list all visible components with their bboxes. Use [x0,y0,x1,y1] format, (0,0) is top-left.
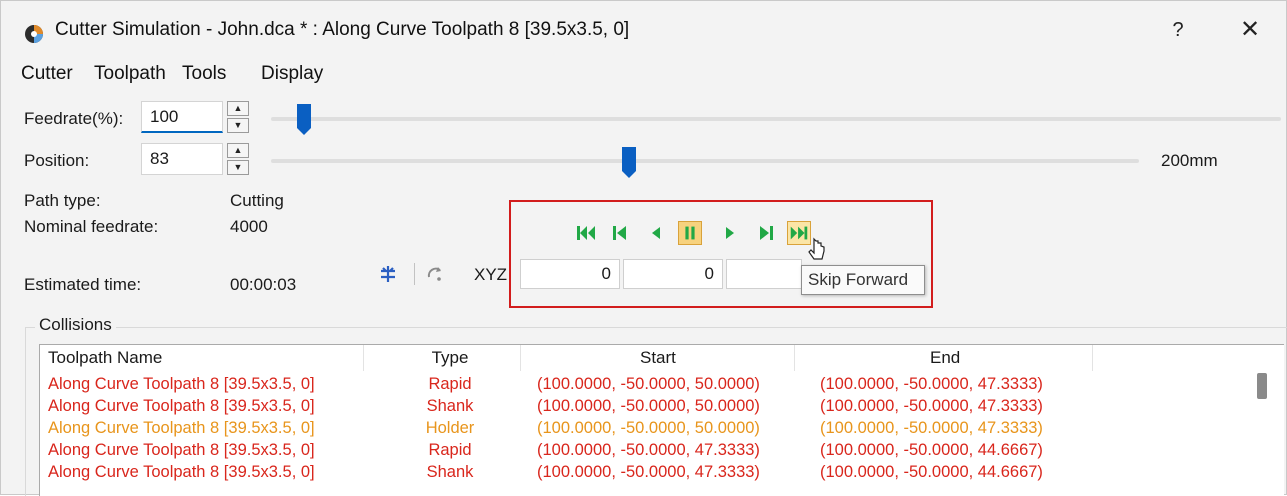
feedrate-input[interactable]: 100 [141,101,223,133]
menu-display[interactable]: Display [261,63,323,85]
estimated-time-value: 00:00:03 [230,275,297,294]
snap-axes-icon[interactable] [377,263,399,285]
cell-end: (100.0000, -50.0000, 44.6667) [820,441,1043,459]
feedrate-down-icon[interactable]: ▼ [227,118,249,133]
cell-toolpath-name: Along Curve Toolpath 8 [39.5x3.5, 0] [48,463,315,481]
help-button[interactable]: ? [1163,15,1193,45]
feedrate-label: Feedrate(%): [24,109,124,128]
menu-toolpath[interactable]: Toolpath [94,63,166,85]
mouse-cursor-icon [808,237,825,260]
cell-toolpath-name: Along Curve Toolpath 8 [39.5x3.5, 0] [48,441,315,459]
collisions-title: Collisions [35,315,116,335]
cell-start: (100.0000, -50.0000, 47.3333) [537,463,760,481]
column-header-type[interactable]: Type [420,345,480,371]
header-separator [794,345,795,371]
cell-type: Shank [426,463,474,481]
position-label: Position: [24,151,90,170]
nominal-feedrate-label: Nominal feedrate: [24,217,159,236]
step-back-icon[interactable] [608,221,632,245]
table-row[interactable]: Along Curve Toolpath 8 [39.5x3.5, 0] Shan… [40,395,1284,417]
play-icon[interactable] [718,221,742,245]
position-input[interactable]: 83 [141,143,223,175]
x-coordinate-field[interactable]: 0 [520,259,620,289]
cell-type: Shank [426,397,474,415]
cutter-simulation-window: Cutter Simulation - John.dca * : Along C… [0,0,1287,496]
skip-forward-tooltip: Skip Forward [801,265,925,295]
scrollbar-thumb[interactable] [1257,373,1267,399]
rotate-view-icon[interactable] [424,263,446,285]
skip-to-start-icon[interactable] [574,221,598,245]
pause-icon[interactable] [678,221,702,245]
cell-start: (100.0000, -50.0000, 50.0000) [537,375,760,393]
cell-end: (100.0000, -50.0000, 47.3333) [820,419,1043,437]
path-type-value: Cutting [230,191,284,210]
menu-bar: Cutter Toolpath Tools Display [1,57,1286,91]
table-row[interactable]: Along Curve Toolpath 8 [39.5x3.5, 0] Rapi… [40,439,1284,461]
position-stepper[interactable]: ▲ ▼ [227,143,249,175]
cell-end: (100.0000, -50.0000, 47.3333) [820,397,1043,415]
cell-end: (100.0000, -50.0000, 44.6667) [820,463,1043,481]
title-bar: Cutter Simulation - John.dca * : Along C… [1,1,1286,55]
close-button[interactable]: ✕ [1233,15,1267,45]
collisions-table: Toolpath Name Type Start End Along Curve… [39,344,1284,496]
menu-tools[interactable]: Tools [182,63,226,85]
cell-toolpath-name: Along Curve Toolpath 8 [39.5x3.5, 0] [48,375,315,393]
step-forward-icon[interactable] [754,221,778,245]
column-header-end[interactable]: End [930,345,960,371]
header-separator [1092,345,1093,371]
table-row[interactable]: Along Curve Toolpath 8 [39.5x3.5, 0] Hold… [40,417,1284,439]
z-coordinate-field[interactable] [726,259,802,289]
cell-start: (100.0000, -50.0000, 50.0000) [537,419,760,437]
position-up-icon[interactable]: ▲ [227,143,249,158]
nominal-feedrate-value: 4000 [230,217,268,236]
feedrate-slider-thumb[interactable] [297,104,311,135]
header-separator [520,345,521,371]
cell-type: Holder [425,419,475,437]
scrollbar-track[interactable] [1247,345,1277,496]
icon-separator [414,263,415,285]
xyz-label: XYZ [474,265,508,284]
feedrate-stepper[interactable]: ▲ ▼ [227,101,249,133]
table-row[interactable]: Along Curve Toolpath 8 [39.5x3.5, 0] Rapi… [40,373,1284,395]
play-reverse-icon[interactable] [644,221,668,245]
menu-cutter[interactable]: Cutter [21,63,73,85]
app-icon [25,25,43,43]
cell-type: Rapid [428,375,472,393]
feedrate-up-icon[interactable]: ▲ [227,101,249,116]
cell-toolpath-name: Along Curve Toolpath 8 [39.5x3.5, 0] [48,419,315,437]
estimated-time-label: Estimated time: [24,275,142,294]
feedrate-slider-track[interactable] [271,117,1281,121]
table-row[interactable]: Along Curve Toolpath 8 [39.5x3.5, 0] Shan… [40,461,1284,483]
cell-toolpath-name: Along Curve Toolpath 8 [39.5x3.5, 0] [48,397,315,415]
y-coordinate-field[interactable]: 0 [623,259,723,289]
header-separator [363,345,364,371]
position-slider-track[interactable] [271,159,1139,163]
position-max-label: 200mm [1161,151,1218,170]
position-slider-thumb[interactable] [622,147,636,178]
cell-start: (100.0000, -50.0000, 47.3333) [537,441,760,459]
path-type-label: Path type: [24,191,101,210]
window-title: Cutter Simulation - John.dca * : Along C… [55,19,630,40]
cell-type: Rapid [428,441,472,459]
cell-end: (100.0000, -50.0000, 47.3333) [820,375,1043,393]
column-header-start[interactable]: Start [640,345,676,371]
column-header-toolpath-name[interactable]: Toolpath Name [48,345,162,371]
cell-start: (100.0000, -50.0000, 50.0000) [537,397,760,415]
position-down-icon[interactable]: ▼ [227,160,249,175]
